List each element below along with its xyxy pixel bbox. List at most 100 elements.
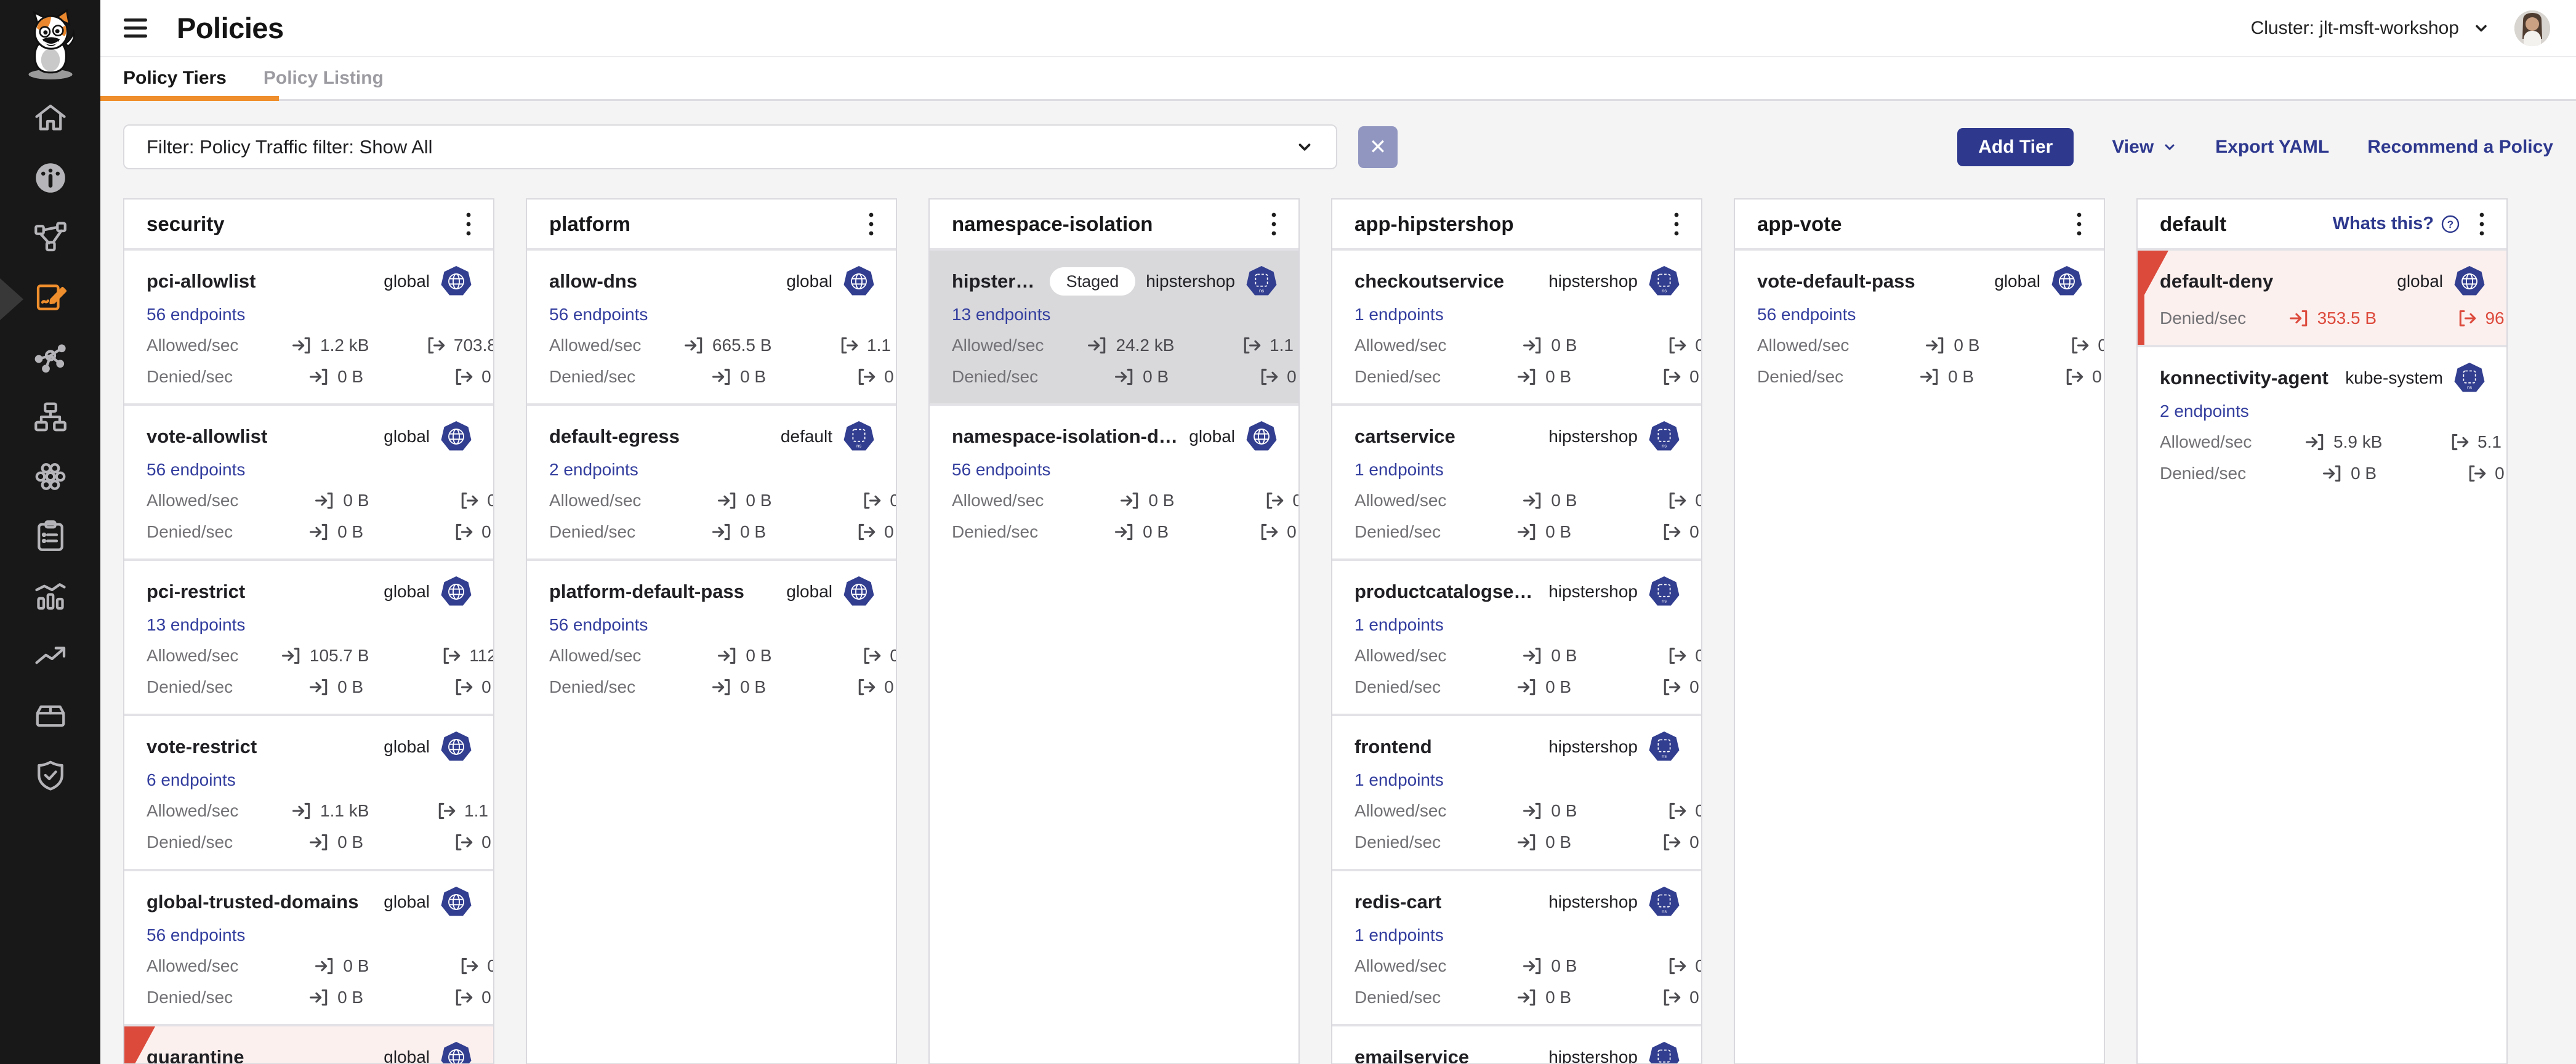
calico-cat-logo[interactable] [0, 0, 100, 80]
sidebar-item-threat-defense[interactable] [31, 756, 70, 795]
cluster-selector[interactable]: Cluster: jlt-msft-workshop [2251, 18, 2490, 39]
cluster-honeycomb-icon [32, 458, 69, 495]
tier-help-label: Whats this? [2333, 214, 2434, 234]
policy-card-frontend[interactable]: frontendhipstershopns1 endpointsAllowed/… [1332, 714, 1701, 869]
endpoints-link[interactable]: 56 endpoints [1757, 305, 1856, 324]
sidebar-item-network-graph[interactable] [31, 337, 70, 377]
clear-filter-button[interactable]: ✕ [1358, 126, 1398, 168]
policy-card-productcatalogservice[interactable]: productcatalogservicehipstershopns 1 endp… [1332, 558, 1701, 714]
sidebar-item-compliance[interactable] [31, 517, 70, 556]
policy-card-default-deny[interactable]: default-denyglobalDenied/sec353.5 B96 B [2138, 248, 2506, 345]
ingress-icon [1114, 366, 1135, 387]
sidebar-item-hierarchy[interactable] [31, 397, 70, 437]
scope-label: hipstershop [1548, 582, 1638, 602]
policy-card-default-egress[interactable]: default-egressdefaultns2 endpointsAllowe… [527, 403, 896, 558]
endpoints-link[interactable]: 56 endpoints [147, 925, 245, 945]
egress-icon [1661, 987, 1682, 1008]
policy-card-pci-restrict[interactable]: pci-restrictglobal13 endpointsAllowed/se… [124, 558, 493, 714]
denied-stat-row: Denied/sec0 B0 B [549, 522, 875, 542]
policy-card-hipstershop-gh[interactable]: hipstershop-gh…Stagedhipstershopns13 end… [930, 248, 1298, 403]
ingress-value: 0 B [641, 490, 771, 511]
policy-card-quarantine[interactable]: quarantineglobal0 endpoints [124, 1024, 493, 1064]
recommend-policy-button[interactable]: Recommend a Policy [2367, 137, 2553, 158]
endpoints-link[interactable]: 1 endpoints [1354, 770, 1444, 790]
endpoints-link[interactable]: 1 endpoints [1354, 615, 1444, 635]
view-menu-button[interactable]: View [2112, 137, 2177, 158]
egress-value: 1.1 kB [1197, 335, 1300, 356]
network-molecule-icon [32, 339, 69, 376]
policy-card-global-trusted-domains[interactable]: global-trusted-domainsglobal56 endpoints… [124, 869, 493, 1024]
tier-kebab-button[interactable] [2069, 208, 2089, 241]
sidebar-item-policies[interactable] [31, 278, 70, 317]
sidebar-item-cluster[interactable] [31, 457, 70, 496]
policy-card-konnectivity-agent[interactable]: konnectivity-agentkube-systemns2 endpoin… [2138, 345, 2506, 500]
endpoints-link[interactable]: 56 endpoints [147, 460, 245, 480]
policy-card-cartservice[interactable]: cartservicehipstershopns1 endpointsAllow… [1332, 403, 1701, 558]
allowed-stat-row: Allowed/sec0 B0 B [1354, 800, 1680, 821]
sidebar-item-home[interactable] [31, 99, 70, 138]
scope-icon-wrap [1246, 421, 1278, 453]
scope-label: global [384, 1047, 430, 1064]
endpoints-link[interactable]: 1 endpoints [1354, 305, 1444, 324]
endpoints-link[interactable]: 13 endpoints [147, 615, 245, 635]
endpoints-link[interactable]: 1 endpoints [1354, 460, 1444, 480]
policy-card-allow-dns[interactable]: allow-dnsglobal56 endpointsAllowed/sec66… [527, 248, 896, 403]
policy-card-vote-allowlist[interactable]: vote-allowlistglobal56 endpointsAllowed/… [124, 403, 493, 558]
egress-value: 0 B [392, 490, 494, 511]
ingress-icon [1920, 366, 1941, 387]
policy-card-platform-default-pass[interactable]: platform-default-passglobal56 endpointsA… [527, 558, 896, 714]
policy-card-redis-cart[interactable]: redis-carthipstershopns1 endpointsAllowe… [1332, 869, 1701, 1024]
sidebar-item-timeline[interactable] [31, 576, 70, 616]
endpoints-link[interactable]: 56 endpoints [147, 305, 245, 324]
user-avatar[interactable] [2514, 10, 2550, 46]
card-scope: hipstershopns [1540, 1041, 1680, 1064]
allowed-stat-row: Allowed/sec0 B0 B [1354, 490, 1680, 511]
tab-policy-tiers[interactable]: Policy Tiers [123, 57, 227, 99]
tier-kebab-button[interactable] [459, 208, 478, 241]
policy-card-checkoutservice[interactable]: checkoutservicehipstershopns1 endpointsA… [1332, 248, 1701, 403]
endpoints-link[interactable]: 6 endpoints [147, 770, 236, 790]
avatar-image [2514, 10, 2550, 46]
sidebar-item-trends[interactable] [31, 636, 70, 675]
policy-name: vote-allowlist [147, 425, 267, 448]
card-name-row: vote-default-passglobal [1757, 265, 2083, 297]
egress-value: 0 B [795, 490, 897, 511]
sidebar-item-service-graph[interactable] [31, 218, 70, 257]
endpoints-link[interactable]: 56 endpoints [549, 615, 648, 635]
sidebar-item-packages[interactable] [31, 696, 70, 735]
allowed-stat-row: Allowed/sec0 B0 B [952, 490, 1278, 511]
tier-header: defaultWhats this?? [2138, 200, 2506, 248]
sidebar-item-dashboard[interactable] [31, 158, 70, 198]
scope-label: default [781, 427, 832, 446]
egress-value: 5.1 kB [2405, 432, 2508, 453]
endpoints-link[interactable]: 2 endpoints [2160, 401, 2249, 421]
allowed-stat-row: Allowed/sec0 B0 B [1354, 645, 1680, 666]
endpoints-link[interactable]: 13 endpoints [952, 305, 1050, 324]
stat-label: Denied/sec [549, 522, 635, 542]
policy-filter-select[interactable]: Filter: Policy Traffic filter: Show All [123, 124, 1337, 169]
tier-kebab-button[interactable] [1264, 208, 1284, 241]
card-name-row: productcatalogservicehipstershopns [1354, 576, 1680, 608]
tier-help-link[interactable]: Whats this?? [2333, 214, 2460, 234]
policy-card-pci-allowlist[interactable]: pci-allowlistglobal56 endpointsAllowed/s… [124, 248, 493, 403]
endpoints-link[interactable]: 56 endpoints [952, 460, 1050, 480]
tier-kebab-button[interactable] [1667, 208, 1686, 241]
tab-policy-listing[interactable]: Policy Listing [264, 57, 384, 99]
svg-text:ns: ns [1662, 753, 1667, 759]
policy-card-emailservice[interactable]: emailservicehipstershopns1 endpointsAllo… [1332, 1024, 1701, 1064]
endpoints-link[interactable]: 1 endpoints [1354, 925, 1444, 945]
policy-name: pci-allowlist [147, 270, 256, 292]
endpoints-link[interactable]: 2 endpoints [549, 460, 638, 480]
tier-kebab-button[interactable] [861, 208, 881, 241]
tier-kebab-button[interactable] [2472, 208, 2492, 241]
scope-icon-wrap [2051, 265, 2083, 297]
policy-card-vote-default-pass[interactable]: vote-default-passglobal56 endpointsAllow… [1735, 248, 2104, 403]
policy-card-vote-restrict[interactable]: vote-restrictglobal6 endpointsAllowed/se… [124, 714, 493, 869]
add-tier-button[interactable]: Add Tier [1957, 128, 2074, 166]
export-yaml-button[interactable]: Export YAML [2215, 137, 2329, 158]
policy-card-namespace-isolation-default-p[interactable]: namespace-isolation-default-p…global56 e… [930, 403, 1298, 558]
endpoints-link[interactable]: 56 endpoints [549, 305, 648, 324]
menu-icon[interactable] [124, 18, 151, 38]
stat-label: Allowed/sec [952, 336, 1044, 355]
card-scope: global [375, 886, 472, 918]
